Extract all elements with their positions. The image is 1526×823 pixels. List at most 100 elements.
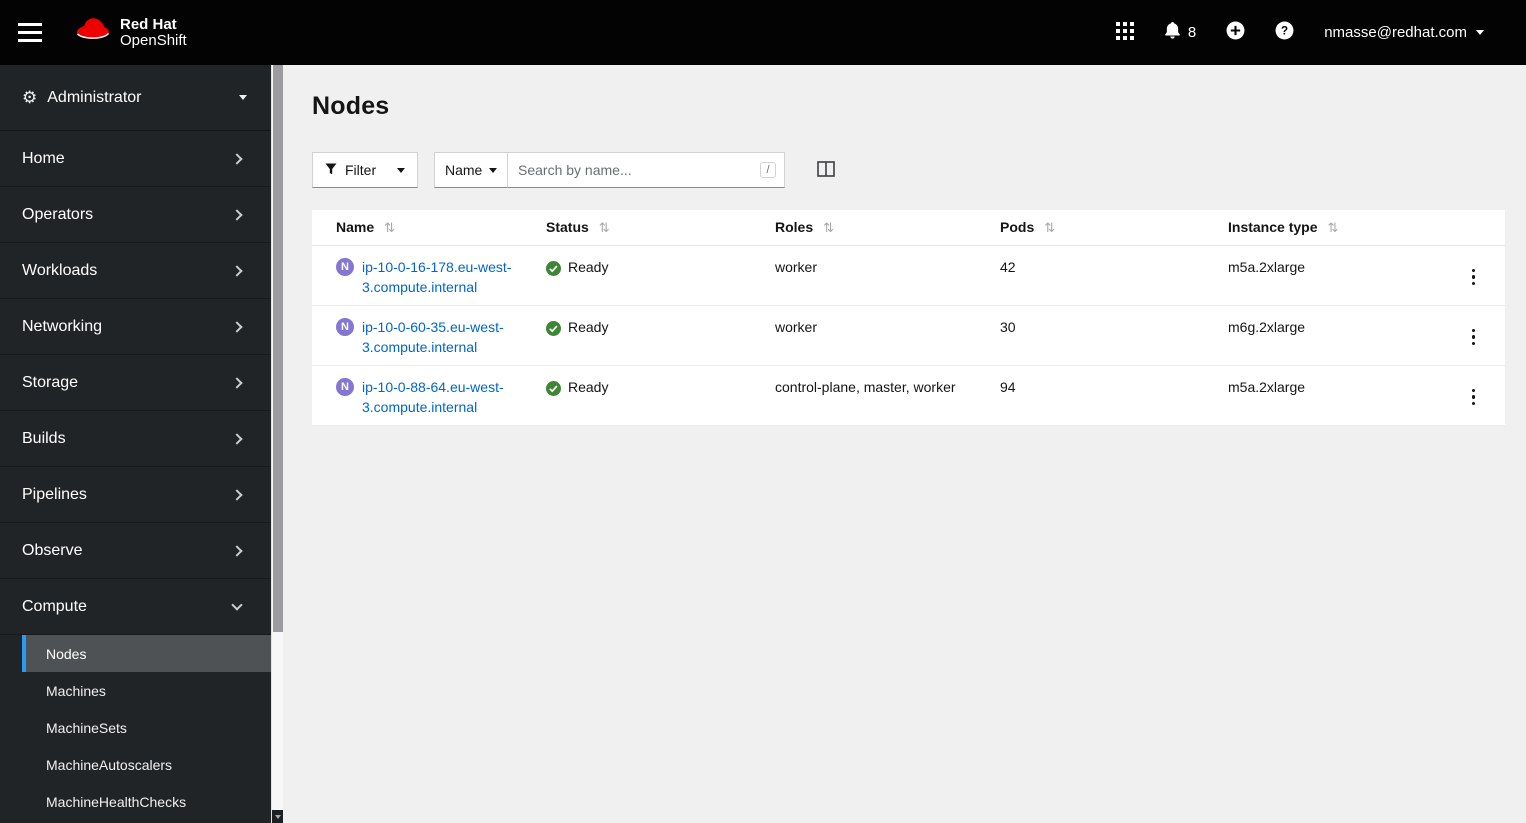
sidebar-item-machinesets[interactable]: MachineSets [22, 709, 271, 746]
perspective-label: Administrator [47, 88, 142, 106]
status-text: Ready [568, 259, 609, 275]
column-label: Status [546, 219, 589, 235]
column-label: Roles [775, 219, 814, 235]
search-shortcut-hint: / [760, 162, 776, 178]
status-text: Ready [568, 319, 609, 335]
chevron-down-icon [397, 167, 405, 173]
filter-type-select[interactable]: Name [434, 152, 508, 188]
svg-text:?: ? [1281, 25, 1288, 38]
search-input[interactable] [507, 152, 785, 188]
table-header-row: Name ⇅ Status ⇅ Roles ⇅ Pods ⇅ Instance type ⇅ [312, 210, 1505, 246]
node-name-link[interactable]: ip-10-0-60-35.eu-west-3.compute.internal [362, 317, 528, 357]
nodes-table: Name ⇅ Status ⇅ Roles ⇅ Pods ⇅ Instance type ⇅ Ni… [312, 210, 1505, 426]
filter-label: Filter [345, 162, 377, 178]
sidebar-item-pipelines[interactable]: Pipelines [0, 467, 271, 523]
filter-dropdown-button[interactable]: Filter [312, 152, 418, 188]
sidebar-item-workloads[interactable]: Workloads [0, 243, 271, 299]
ready-check-icon [546, 260, 561, 276]
sidebar-item-builds[interactable]: Builds [0, 411, 271, 467]
sort-icon[interactable]: ⇅ [384, 220, 395, 235]
chevron-right-icon [231, 320, 243, 333]
sidebar-item-networking[interactable]: Networking [0, 299, 271, 355]
column-header-roles[interactable]: Roles ⇅ [765, 210, 990, 246]
sidebar-item-storage[interactable]: Storage [0, 355, 271, 411]
sidebar-item-home[interactable]: Home [0, 131, 271, 187]
chevron-right-icon [231, 432, 243, 445]
node-kind-badge: N [336, 378, 354, 396]
sidebar-item-label: Home [22, 149, 65, 167]
node-kind-badge: N [336, 318, 354, 336]
redhat-fedora-icon [74, 15, 112, 50]
table-row: Nip-10-0-88-64.eu-west-3.compute.interna… [312, 365, 1505, 426]
brand-logo: Red Hat OpenShift [74, 15, 187, 50]
instance-type-cell: m5a.2xlarge [1218, 245, 1440, 306]
filter-type-label: Name [445, 162, 483, 178]
kebab-menu-button[interactable] [1466, 265, 1482, 290]
chevron-right-icon [231, 544, 243, 557]
sidebar-item-label: Pipelines [22, 485, 87, 503]
app-launcher-button[interactable] [1112, 18, 1138, 48]
roles-cell: worker [765, 245, 990, 306]
sidebar-item-machineautoscalers[interactable]: MachineAutoscalers [22, 746, 271, 783]
chevron-right-icon [231, 208, 243, 221]
sidebar-item-label: Builds [22, 429, 66, 447]
kebab-menu-button[interactable] [1466, 385, 1482, 410]
notifications-button[interactable]: 8 [1160, 18, 1200, 47]
sort-icon[interactable]: ⇅ [599, 220, 610, 235]
import-button[interactable] [1222, 17, 1249, 48]
sidebar-scrollbar[interactable] [271, 65, 284, 823]
column-header-actions [1440, 210, 1505, 246]
sidebar-item-machines[interactable]: Machines [22, 672, 271, 709]
sidebar: ⚙ Administrator Home Operators Workloads Ne… [0, 65, 271, 823]
sidebar-item-observe[interactable]: Observe [0, 523, 271, 579]
column-header-name[interactable]: Name ⇅ [312, 210, 536, 246]
chevron-right-icon [231, 264, 243, 277]
help-button[interactable]: ? [1271, 17, 1298, 48]
table-row: Nip-10-0-60-35.eu-west-3.compute.interna… [312, 305, 1505, 366]
ready-check-icon [546, 320, 561, 336]
sidebar-item-compute[interactable]: Compute [0, 579, 271, 635]
column-label: Instance type [1228, 219, 1318, 235]
roles-cell: control-plane, master, worker [765, 365, 990, 426]
table-row: Nip-10-0-16-178.eu-west-3.compute.intern… [312, 245, 1505, 306]
app-grid-icon [1115, 21, 1134, 44]
gear-icon: ⚙ [22, 87, 38, 107]
chevron-right-icon [231, 152, 243, 165]
triangle-down-icon [275, 814, 281, 819]
kebab-menu-button[interactable] [1466, 325, 1482, 350]
user-menu-button[interactable]: nmasse@redhat.com [1320, 20, 1488, 45]
sidebar-item-label: Compute [22, 597, 87, 615]
sort-icon[interactable]: ⇅ [1044, 220, 1055, 235]
manage-columns-button[interactable] [815, 159, 837, 182]
sidebar-item-nodes[interactable]: Nodes [22, 635, 271, 672]
roles-cell: worker [765, 305, 990, 366]
masthead: Red Hat OpenShift 8 ? nmasse@redhat.com [0, 0, 1526, 65]
node-kind-badge: N [336, 258, 354, 276]
question-circle-icon: ? [1275, 21, 1294, 44]
perspective-switcher[interactable]: ⚙ Administrator [0, 65, 271, 130]
column-header-status[interactable]: Status ⇅ [536, 210, 765, 246]
notification-count: 8 [1187, 24, 1197, 41]
nodes-table-body: Nip-10-0-16-178.eu-west-3.compute.intern… [312, 245, 1505, 426]
plus-circle-icon [1226, 21, 1245, 44]
masthead-toolbar: 8 ? nmasse@redhat.com [1112, 17, 1488, 48]
pods-cell: 94 [990, 365, 1218, 426]
column-label: Name [336, 219, 375, 235]
node-name-link[interactable]: ip-10-0-16-178.eu-west-3.compute.interna… [362, 257, 528, 297]
main-content: Nodes Filter Name / [283, 65, 1526, 823]
node-name-link[interactable]: ip-10-0-88-64.eu-west-3.compute.internal [362, 377, 528, 417]
sidebar-item-label: Networking [22, 317, 103, 335]
sidebar-item-label: Workloads [22, 261, 98, 279]
pods-cell: 30 [990, 305, 1218, 366]
chevron-down-icon [231, 598, 243, 611]
column-header-instance-type[interactable]: Instance type ⇅ [1218, 210, 1440, 246]
sidebar-item-machinehealthchecks[interactable]: MachineHealthChecks [22, 783, 271, 820]
sort-icon[interactable]: ⇅ [1327, 220, 1338, 235]
search-field-wrapper: / [507, 152, 785, 188]
sidebar-subnav-compute: Nodes Machines MachineSets MachineAutoscale… [0, 635, 271, 820]
sort-icon[interactable]: ⇅ [823, 220, 834, 235]
nav-toggle-button[interactable] [18, 18, 52, 48]
column-header-pods[interactable]: Pods ⇅ [990, 210, 1218, 246]
sidebar-item-operators[interactable]: Operators [0, 187, 271, 243]
brand-product: OpenShift [120, 31, 187, 49]
